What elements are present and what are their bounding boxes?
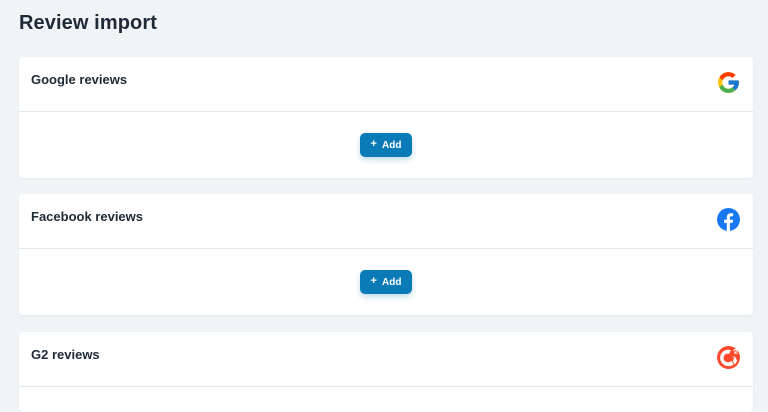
google-reviews-title: Google reviews: [31, 72, 128, 87]
facebook-reviews-card: Facebook reviews + Add: [19, 194, 753, 315]
facebook-reviews-header: Facebook reviews: [19, 194, 753, 249]
google-reviews-header: Google reviews: [19, 57, 753, 112]
facebook-reviews-body: + Add: [19, 249, 753, 315]
g2-reviews-card: G2 reviews: [19, 332, 753, 412]
add-button-label: Add: [381, 139, 402, 151]
google-reviews-card: Google reviews + Add: [19, 57, 753, 178]
google-reviews-body: + Add: [19, 112, 753, 178]
facebook-reviews-title: Facebook reviews: [31, 209, 143, 224]
g2-icon: [716, 345, 741, 370]
add-google-reviews-button[interactable]: + Add: [360, 133, 412, 157]
add-facebook-reviews-button[interactable]: + Add: [360, 270, 412, 294]
google-icon: [716, 70, 741, 95]
add-button-label: Add: [381, 276, 402, 288]
plus-icon: +: [370, 275, 377, 287]
plus-icon: +: [370, 138, 377, 150]
g2-reviews-title: G2 reviews: [31, 347, 100, 362]
facebook-icon: [716, 207, 741, 232]
page-title: Review import: [19, 12, 157, 34]
g2-reviews-header: G2 reviews: [19, 332, 753, 387]
review-import-page: Review import Google reviews + Add Faceb: [0, 0, 768, 412]
